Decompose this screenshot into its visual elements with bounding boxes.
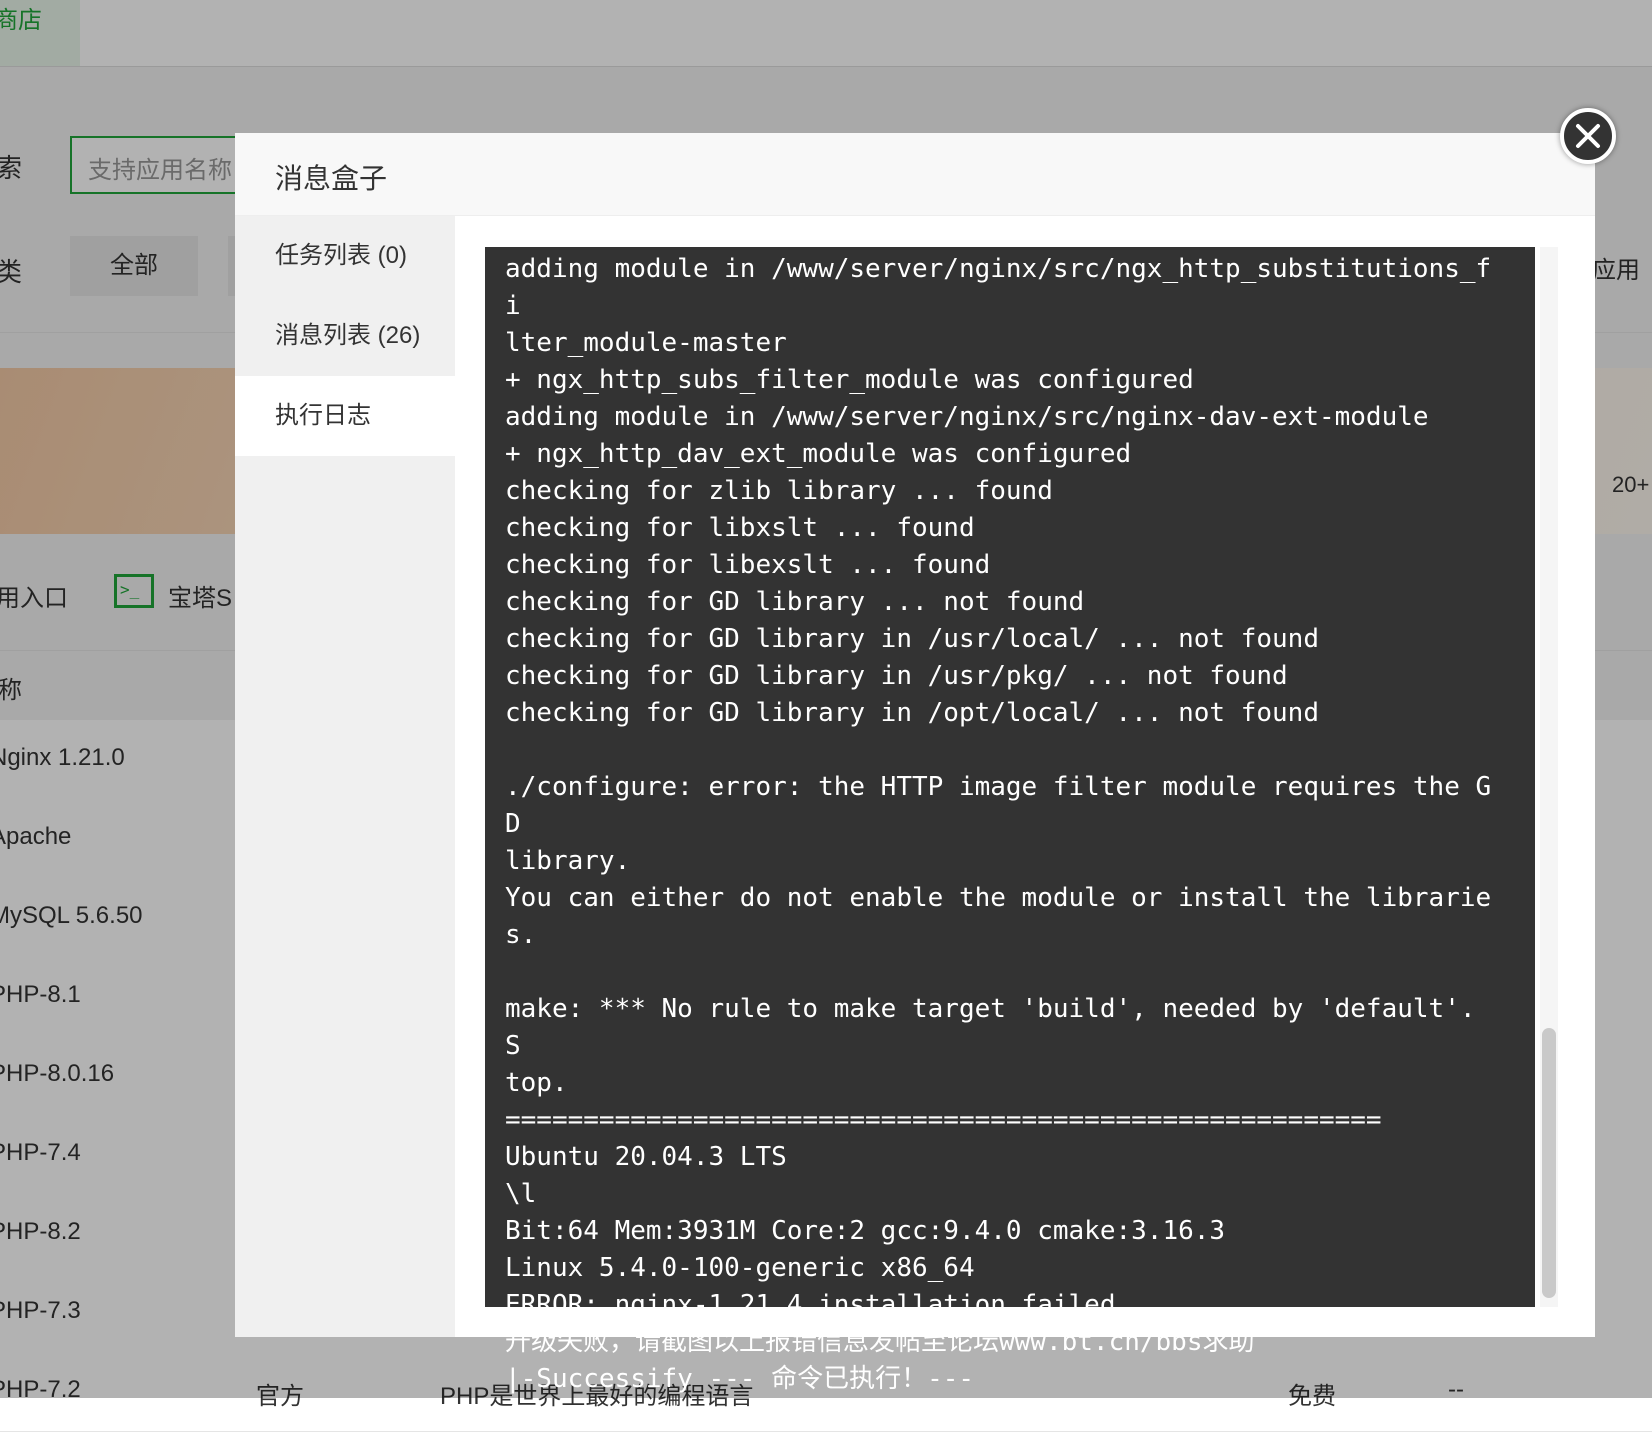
log-line: + ngx_http_dav_ext_module was configured xyxy=(505,439,1132,469)
modal-title: 消息盒子 xyxy=(275,163,388,194)
log-line: checking for GD library in /usr/pkg/ ...… xyxy=(505,661,1288,691)
log-line: adding module in /www/server/nginx/src/n… xyxy=(505,402,1429,432)
tab-execution-log[interactable]: 执行日志 xyxy=(235,376,455,456)
log-line: checking for GD library in /usr/local/ .… xyxy=(505,624,1319,654)
log-console[interactable]: adding module in /www/server/nginx/src/n… xyxy=(485,247,1535,1394)
message-box-modal: 消息盒子 任务列表 (0) 消息列表 (26) 执行日志 adding modu… xyxy=(235,133,1595,1394)
log-line: \l xyxy=(505,1179,537,1209)
log-scrollbar-thumb[interactable] xyxy=(1542,1028,1556,1298)
tab-task-list[interactable]: 任务列表 (0) xyxy=(235,216,455,296)
log-line: checking for libexslt ... found xyxy=(505,550,991,580)
log-line: |-Successify --- 命令已执行！--- xyxy=(505,1364,975,1394)
tab-message-list[interactable]: 消息列表 (26) xyxy=(235,296,455,376)
close-icon xyxy=(1576,124,1600,148)
log-line: adding module in /www/server/nginx/src/n… xyxy=(505,254,1492,321)
log-line: library. xyxy=(505,846,631,876)
log-line: checking for GD library in /opt/local/ .… xyxy=(505,698,1319,728)
log-line: ========================================… xyxy=(505,1105,1382,1135)
log-line: checking for GD library ... not found xyxy=(505,587,1085,617)
log-line: checking for zlib library ... found xyxy=(505,476,1053,506)
log-line: Linux 5.4.0-100-generic x86_64 xyxy=(505,1253,975,1283)
modal-header: 消息盒子 xyxy=(235,133,1595,216)
log-line: Bit:64 Mem:3931M Core:2 gcc:9.4.0 cmake:… xyxy=(505,1216,1226,1246)
modal-sidebar: 任务列表 (0) 消息列表 (26) 执行日志 xyxy=(235,216,455,1337)
close-button[interactable] xyxy=(1560,108,1616,164)
log-line: ./configure: error: the HTTP image filte… xyxy=(505,772,1492,839)
log-line: checking for libxslt ... found xyxy=(505,513,975,543)
log-text: adding module in /www/server/nginx/src/n… xyxy=(505,251,1505,1398)
log-line: You can either do not enable the module … xyxy=(505,883,1492,913)
log-line: ERROR: nginx-1.21.4 installation failed. xyxy=(505,1290,1132,1320)
log-line: top. xyxy=(505,1068,568,1098)
log-line: 升级失败，请截图以上报错信息发帖至论坛www.bt.cn/bbs求助 xyxy=(505,1327,1255,1357)
log-line: make: *** No rule to make target 'build'… xyxy=(505,994,1492,1061)
log-line: + ngx_http_subs_filter_module was config… xyxy=(505,365,1194,395)
log-line: s. xyxy=(505,920,537,950)
log-line: lter_module-master xyxy=(505,328,787,358)
log-line: Ubuntu 20.04.3 LTS xyxy=(505,1142,787,1172)
